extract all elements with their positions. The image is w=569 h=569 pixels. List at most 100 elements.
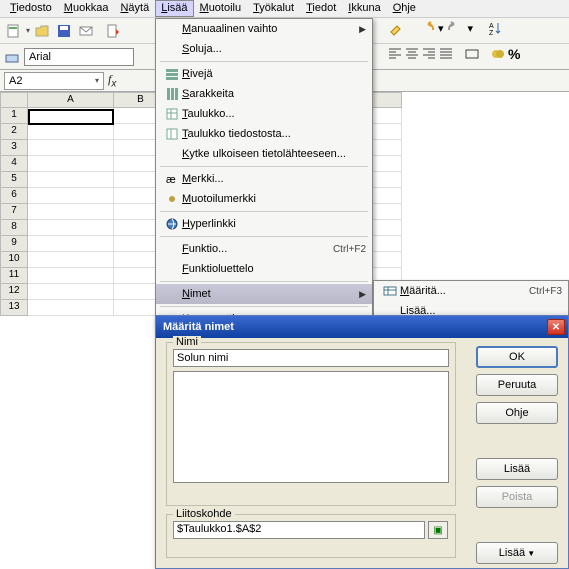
menu-item[interactable]: Sarakkeita — [156, 84, 372, 104]
cell[interactable] — [28, 268, 114, 284]
menu-muotoilu[interactable]: Muotoilu — [194, 0, 248, 17]
menu-item[interactable]: Nimet▶ — [156, 284, 372, 304]
row-header[interactable]: 7 — [0, 204, 28, 220]
menu-item[interactable]: Manuaalinen vaihto▶ — [156, 19, 372, 39]
menu-item[interactable]: Funktio...Ctrl+F2 — [156, 239, 372, 259]
mail-icon[interactable] — [76, 21, 96, 41]
redo-icon[interactable] — [448, 20, 464, 36]
cell[interactable] — [28, 252, 114, 268]
menu-item[interactable]: Rivejä — [156, 64, 372, 84]
align-center-icon[interactable] — [405, 47, 419, 61]
ok-button[interactable]: OK — [476, 346, 558, 368]
svg-text:Z: Z — [489, 30, 494, 36]
row-header[interactable]: 1 — [0, 108, 28, 124]
menu-item[interactable]: Taulukko tiedostosta... — [156, 124, 372, 144]
cols-icon — [162, 87, 182, 101]
cell[interactable] — [28, 284, 114, 300]
toolbar2-right: % — [388, 46, 520, 62]
menu-lisää[interactable]: Lisää — [155, 0, 193, 17]
submenu-item[interactable]: Määritä...Ctrl+F3 — [374, 281, 568, 301]
define-names-dialog: Määritä nimet ✕ Nimi Liitoskohde $Tauluk… — [155, 315, 569, 569]
row-header[interactable]: 12 — [0, 284, 28, 300]
menu-item[interactable]: æMerkki... — [156, 169, 372, 189]
reference-input[interactable]: $Taulukko1.$A$2 — [173, 521, 425, 539]
undo-icon[interactable] — [418, 20, 434, 36]
cell[interactable] — [28, 236, 114, 252]
row-header[interactable]: 6 — [0, 188, 28, 204]
cell[interactable] — [28, 204, 114, 220]
row-header[interactable]: 13 — [0, 300, 28, 316]
cell[interactable] — [28, 108, 114, 124]
save-icon[interactable] — [54, 21, 74, 41]
menu-muokkaa[interactable]: Muokkaa — [58, 0, 115, 17]
row-header[interactable]: 5 — [0, 172, 28, 188]
cell[interactable] — [28, 220, 114, 236]
percent-icon[interactable]: % — [508, 46, 520, 62]
new-icon[interactable] — [4, 21, 24, 41]
row-header[interactable]: 4 — [0, 156, 28, 172]
align-right-icon[interactable] — [422, 47, 436, 61]
paint-icon[interactable] — [388, 20, 404, 36]
menu-item[interactable]: Hyperlinkki — [156, 214, 372, 234]
dialog-titlebar[interactable]: Määritä nimet ✕ — [156, 316, 568, 338]
rows-icon — [162, 67, 182, 81]
menu-ohje[interactable]: Ohje — [387, 0, 422, 17]
fx-label: fx — [108, 72, 116, 89]
char-icon: æ — [162, 172, 182, 186]
menu-tiedot[interactable]: Tiedot — [300, 0, 342, 17]
menu-item[interactable]: Kytke ulkoiseen tietolähteeseen... — [156, 144, 372, 164]
row-header[interactable]: 8 — [0, 220, 28, 236]
cell[interactable] — [28, 156, 114, 172]
row-header[interactable]: 10 — [0, 252, 28, 268]
link-icon — [162, 217, 182, 231]
close-icon[interactable]: ✕ — [547, 319, 565, 335]
menu-tiedosto[interactable]: Tiedosto — [4, 0, 58, 17]
menu-ikkuna[interactable]: Ikkuna — [342, 0, 386, 17]
insert-menu: Manuaalinen vaihto▶Soluja... RivejäSarakk… — [155, 18, 373, 330]
menu-item[interactable]: Muotoilumerkki — [156, 189, 372, 209]
currency-icon[interactable] — [491, 47, 505, 61]
cell[interactable] — [28, 140, 114, 156]
define-icon — [380, 284, 400, 298]
align-justify-icon[interactable] — [439, 47, 453, 61]
menu-bar: TiedostoMuokkaaNäytäLisääMuotoiluTyökalu… — [0, 0, 569, 18]
format-icon — [162, 192, 182, 206]
name-box[interactable]: A2 ▾ — [4, 72, 104, 90]
export-icon[interactable] — [103, 21, 123, 41]
menu-item[interactable]: Funktioluettelo — [156, 259, 372, 279]
cell[interactable] — [28, 172, 114, 188]
delete-button: Poista — [476, 486, 558, 508]
align-left-icon[interactable] — [388, 47, 402, 61]
help-button[interactable]: Ohje — [476, 402, 558, 424]
more-button[interactable]: Lisää — [476, 542, 558, 564]
sort-asc-icon[interactable]: AZ — [487, 20, 503, 36]
open-icon[interactable] — [32, 21, 52, 41]
column-header[interactable]: A — [28, 92, 114, 108]
menu-näytä[interactable]: Näytä — [114, 0, 155, 17]
styles-icon[interactable] — [4, 49, 20, 65]
cancel-button[interactable]: Peruuta — [476, 374, 558, 396]
add-button[interactable]: Lisää — [476, 458, 558, 480]
toolbar-right: ▾ ▾ AZ — [388, 20, 503, 36]
name-legend: Nimi — [173, 336, 201, 348]
row-header[interactable]: 11 — [0, 268, 28, 284]
sheetfile-icon — [162, 127, 182, 141]
cell[interactable] — [28, 124, 114, 140]
names-list[interactable] — [173, 371, 449, 483]
font-name-select[interactable]: Arial — [24, 48, 134, 66]
svg-text:æ: æ — [166, 174, 176, 186]
menu-item[interactable]: Taulukko... — [156, 104, 372, 124]
cell[interactable] — [28, 188, 114, 204]
cell[interactable] — [28, 300, 114, 316]
menu-työkalut[interactable]: Työkalut — [247, 0, 300, 17]
name-input[interactable] — [173, 349, 449, 367]
liitos-legend: Liitoskohde — [173, 508, 235, 520]
merge-icon[interactable] — [465, 47, 479, 61]
row-header[interactable]: 3 — [0, 140, 28, 156]
shrink-icon[interactable]: ▣ — [428, 521, 448, 539]
row-header[interactable]: 9 — [0, 236, 28, 252]
svg-text:A: A — [489, 23, 494, 30]
sheet-icon — [162, 107, 182, 121]
row-header[interactable]: 2 — [0, 124, 28, 140]
menu-item[interactable]: Soluja... — [156, 39, 372, 59]
